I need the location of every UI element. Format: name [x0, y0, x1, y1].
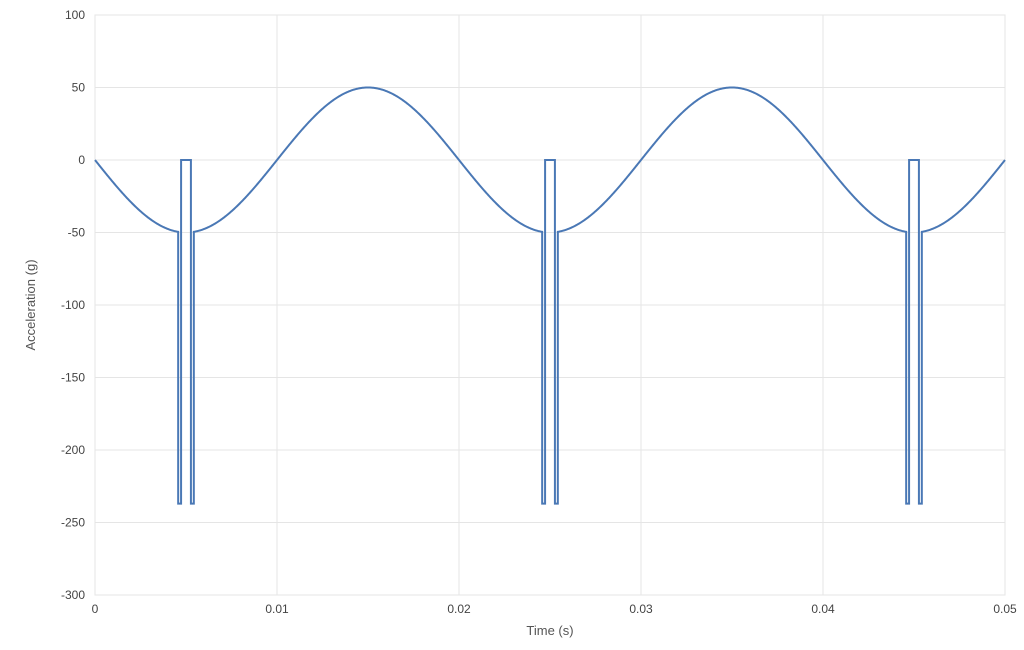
x-tick-label: 0.02 — [447, 602, 471, 616]
y-tick-label: 50 — [72, 81, 86, 95]
y-tick-label: -150 — [61, 371, 85, 385]
y-tick-label: -50 — [68, 226, 86, 240]
x-axis-label: Time (s) — [526, 623, 573, 638]
x-tick-label: 0.05 — [993, 602, 1017, 616]
y-tick-label: 0 — [78, 153, 85, 167]
y-tick-label: -300 — [61, 588, 85, 602]
y-axis-label: Acceleration (g) — [23, 259, 38, 350]
y-tick-label: -100 — [61, 298, 85, 312]
x-tick-label: 0 — [92, 602, 99, 616]
line-chart: 0 0.01 0.02 0.03 0.04 0.05 -300 -250 -200 -150 -10… — [0, 0, 1024, 650]
x-tick-label: 0.01 — [265, 602, 289, 616]
x-tick-label: 0.03 — [629, 602, 653, 616]
y-tick-label: 100 — [65, 8, 85, 22]
series-line — [95, 88, 1005, 504]
y-tick-label: -250 — [61, 516, 85, 530]
x-tick-label: 0.04 — [811, 602, 835, 616]
chart-container: 0 0.01 0.02 0.03 0.04 0.05 -300 -250 -200 -150 -10… — [0, 0, 1024, 650]
y-tick-label: -200 — [61, 443, 85, 457]
